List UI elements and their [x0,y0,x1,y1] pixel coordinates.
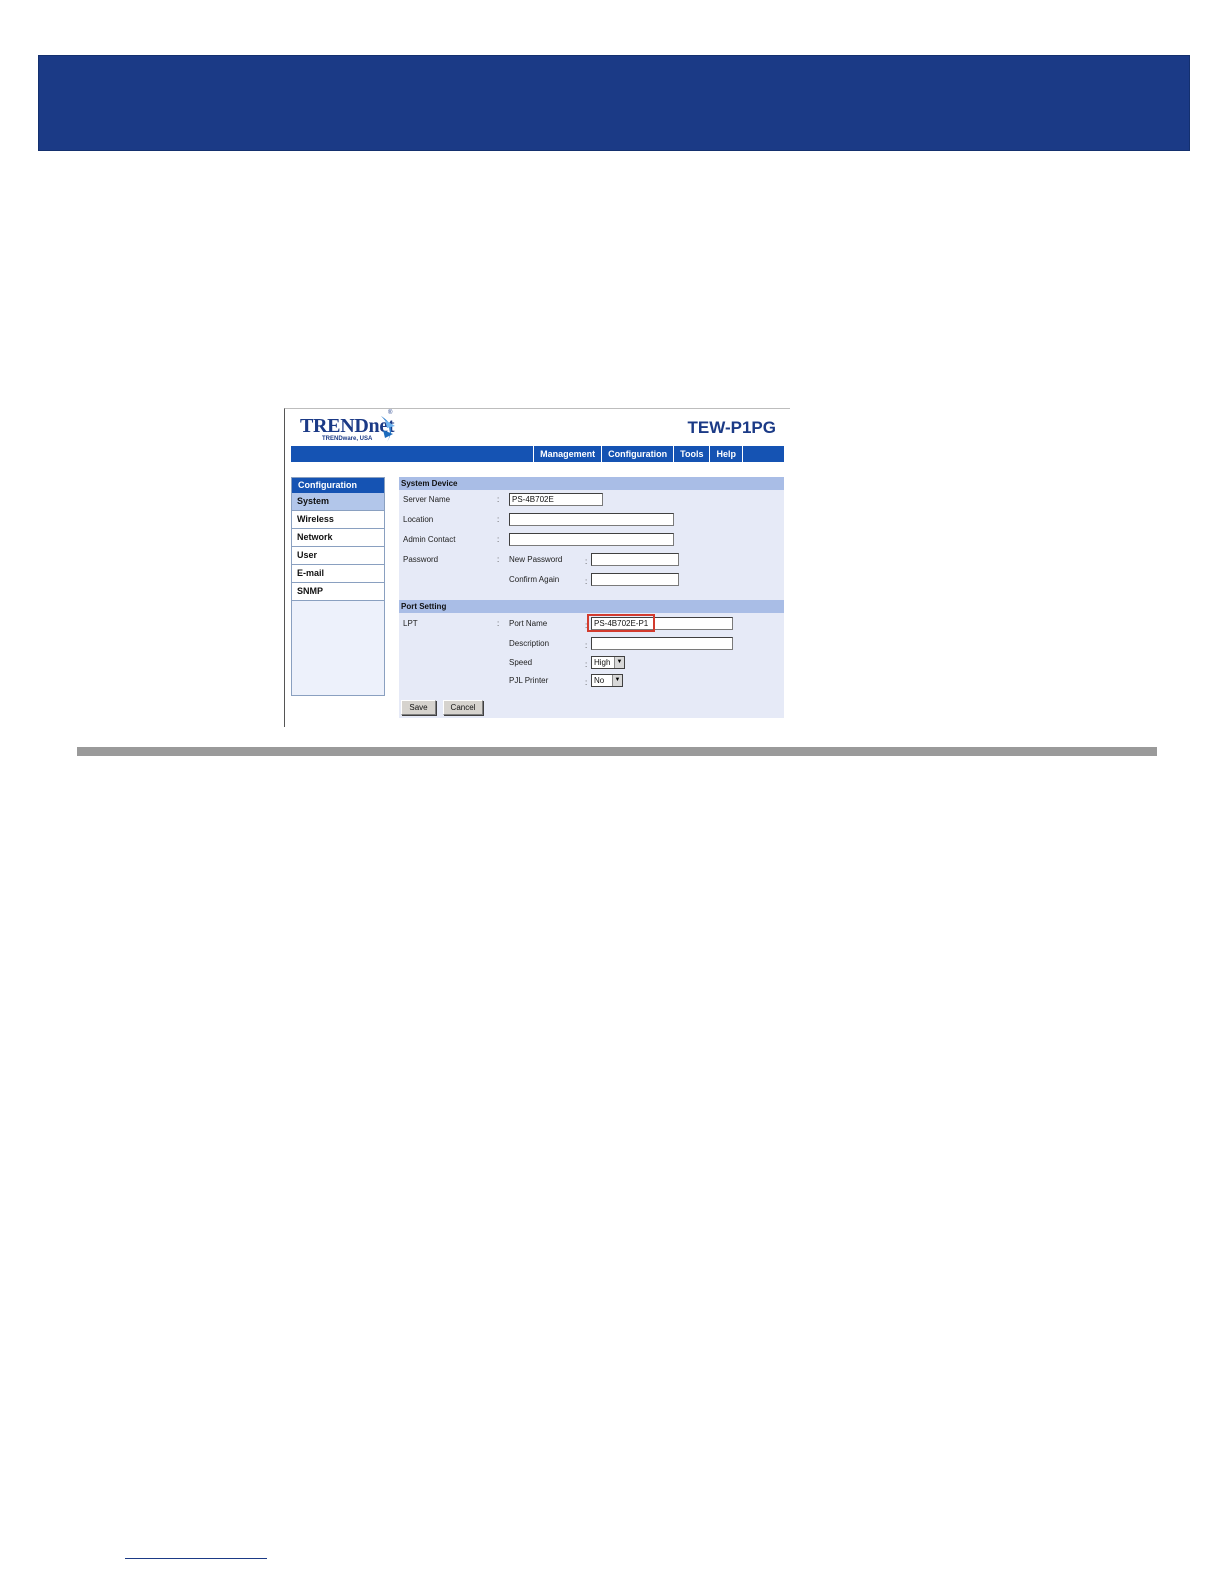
logo-swoosh-icon [381,416,395,442]
separator: : [497,555,500,564]
confirm-again-label: Confirm Again [509,575,560,584]
speed-select[interactable]: High ▼ [591,656,625,669]
page-banner [38,55,1190,151]
top-nav-bar: Management Configuration Tools Help [291,446,784,462]
logo-subtitle: TRENDware, USA [322,436,373,442]
admin-contact-input[interactable] [509,533,674,546]
page-divider [77,747,1157,756]
nav-management[interactable]: Management [533,446,601,462]
speed-label: Speed [509,658,533,667]
server-name-input[interactable]: PS-4B702E [509,493,603,506]
pjl-printer-label: PJL Printer [509,676,549,685]
separator: : [497,515,500,524]
new-password-label: New Password [509,555,563,564]
separator: : [585,641,588,650]
sidebar-item-system[interactable]: System [292,493,384,511]
save-button[interactable]: Save [401,700,436,715]
sidebar-item-wireless[interactable]: Wireless [292,511,384,529]
port-name-highlight [587,614,655,632]
footnote-rule [125,1558,267,1559]
sidebar-item-snmp[interactable]: SNMP [292,583,384,601]
nav-help[interactable]: Help [709,446,743,462]
separator: : [497,619,500,628]
section-port-setting: Port Setting [399,600,784,613]
separator: : [497,495,500,504]
server-name-label: Server Name [403,495,451,504]
sidebar-header: Configuration [292,478,384,493]
sidebar-item-email[interactable]: E-mail [292,565,384,583]
port-name-label: Port Name [509,619,548,628]
admin-contact-label: Admin Contact [403,535,456,544]
description-label: Description [509,639,550,648]
description-input[interactable] [591,637,733,650]
lpt-label: LPT [403,619,418,628]
separator: : [585,557,588,566]
nav-configuration[interactable]: Configuration [601,446,673,462]
location-label: Location [403,515,434,524]
sidebar-item-user[interactable]: User [292,547,384,565]
model-title: TEW-P1PG [687,418,776,437]
new-password-input[interactable] [591,553,679,566]
pjl-printer-value: No [594,676,605,685]
separator: : [585,678,588,687]
separator: : [585,660,588,669]
location-input[interactable] [509,513,674,526]
confirm-password-input[interactable] [591,573,679,586]
chevron-down-icon[interactable]: ▼ [612,675,622,686]
section-system-device: System Device [399,477,784,490]
speed-value: High [594,658,611,667]
config-content: System Device Server Name : PS-4B702E Lo… [399,477,784,718]
chevron-down-icon[interactable]: ▼ [614,657,624,668]
sidebar-item-network[interactable]: Network [292,529,384,547]
nav-tools[interactable]: Tools [673,446,709,462]
password-label: Password [403,555,439,564]
device-config-screenshot: TRENDnet ® TRENDware, USA TEW-P1PG Manag… [284,408,790,727]
separator: : [585,577,588,586]
sidebar: Configuration System Wireless Network Us… [291,477,385,696]
cancel-button[interactable]: Cancel [443,700,483,715]
separator: : [497,535,500,544]
pjl-printer-select[interactable]: No ▼ [591,674,623,687]
